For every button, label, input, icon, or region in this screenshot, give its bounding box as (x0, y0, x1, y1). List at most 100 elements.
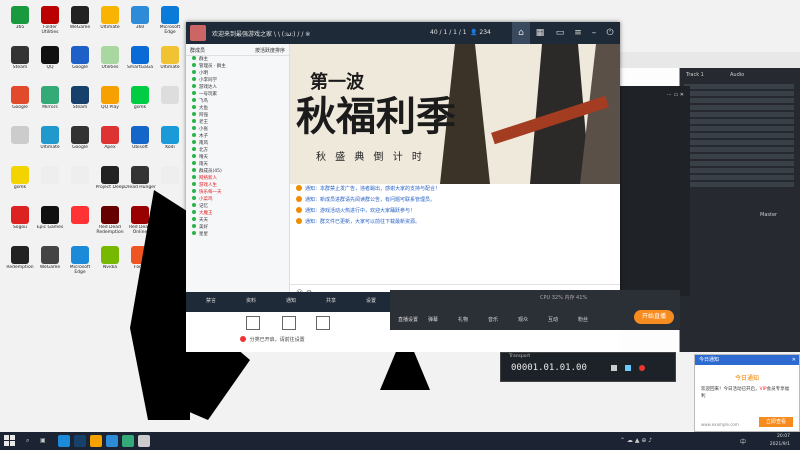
transport-bar[interactable]: Transport 00001.01.01.00 (500, 352, 676, 382)
folder-taskbar-icon[interactable] (90, 435, 102, 447)
icon-rdr[interactable]: Red Dead Redemption (94, 204, 126, 242)
app-taskbar-icon-2[interactable] (122, 435, 134, 447)
icon-sogou[interactable]: Sogou (4, 204, 36, 242)
edge-taskbar-icon[interactable] (58, 435, 70, 447)
menu-icon[interactable]: ≡ (572, 27, 584, 39)
message-row[interactable]: 通知：群文件已更新，大家可以前往下载最新资源。 (290, 217, 620, 228)
member-row[interactable]: 大魔王 (186, 210, 289, 217)
home-icon[interactable]: ⌂ (512, 22, 530, 44)
daw-tracks[interactable] (684, 84, 794, 314)
app-taskbar-icon[interactable] (106, 435, 118, 447)
toolbar-item[interactable]: 资料 (246, 297, 256, 304)
member-row[interactable]: 晴天 (186, 154, 289, 161)
panel-icon-1[interactable] (246, 316, 260, 330)
icon-epic[interactable]: Epic Games (34, 204, 66, 242)
member-row[interactable]: 记忆 (186, 203, 289, 210)
icon-steam[interactable]: Steam (4, 44, 36, 82)
member-row[interactable]: 南风 (186, 140, 289, 147)
icon-blank-2[interactable] (4, 124, 36, 162)
notice-strip[interactable]: 分类已开启，请前往设置 (240, 336, 346, 346)
icon-ultimate-2[interactable]: Ultimate (154, 44, 186, 82)
steam-taskbar-icon[interactable] (74, 435, 86, 447)
member-row[interactable]: 美好 (186, 224, 289, 231)
member-row[interactable]: 星星 (186, 231, 289, 238)
member-row[interactable]: 天天 (186, 217, 289, 224)
icon-google[interactable]: Google (64, 44, 96, 82)
member-row[interactable]: 小李同学 (186, 77, 289, 84)
icon-project[interactable]: Project Deep (94, 164, 126, 202)
tray-icons[interactable]: ⌃ ☁ ▲ ⊕ ♪ (620, 437, 652, 444)
member-row[interactable]: 阿强 (186, 112, 289, 119)
member-row[interactable]: 小张 (186, 126, 289, 133)
member-row[interactable]: 老王 (186, 119, 289, 126)
group-avatar[interactable] (190, 25, 206, 41)
icon-smartgaga[interactable]: SmartGaGa (124, 44, 156, 82)
icon-folder[interactable]: Folder Utilities (34, 4, 66, 42)
member-row[interactable]: 网络新人 (186, 175, 289, 182)
stop-button[interactable] (611, 365, 617, 371)
stream-item[interactable]: 粉丝 (578, 316, 588, 323)
stream-item[interactable]: 互动 (548, 316, 558, 323)
message-area[interactable]: 通知：本群禁止发广告，违者踢出，感谢大家的支持与配合！ 通知：新成员进群请先阅读群… (290, 184, 620, 284)
panel-icon-2[interactable] (282, 316, 296, 330)
toolbar-item[interactable]: 禁言 (206, 297, 216, 304)
icon-page[interactable] (34, 164, 66, 202)
icon-wegame-2[interactable]: WeGame (34, 244, 66, 282)
member-row[interactable]: 群成员(45) (186, 168, 289, 175)
stream-item[interactable]: 弹幕 (428, 316, 438, 323)
clock[interactable]: 20:07 2021/9/1 (770, 433, 790, 449)
ime-icon[interactable]: 中 (740, 437, 746, 446)
icon-qq[interactable]: QQ (34, 44, 66, 82)
member-row[interactable]: 雨天 (186, 161, 289, 168)
member-rows[interactable]: 群主 管理员 · 群主 小明 小李同学 游戏达人 一号玩家 飞鸟 大鱼 阿强 老王 小张 木子 南风 北方… (186, 56, 289, 238)
record-button[interactable] (639, 365, 645, 371)
icon-mirrors[interactable]: Mirrors (34, 84, 66, 122)
icon-360[interactable]: 360 (124, 4, 156, 42)
icon-gamepad[interactable] (64, 204, 96, 242)
icon-365[interactable]: 365 (4, 4, 36, 42)
member-row[interactable]: 管理员 · 群主 (186, 63, 289, 70)
search-icon[interactable]: ⌕ (26, 437, 29, 445)
icon-steam-2[interactable]: Steam (64, 84, 96, 122)
member-row[interactable]: 群主 (186, 56, 289, 63)
member-row[interactable]: 小明 (186, 70, 289, 77)
icon-gsmk[interactable]: gsmk (124, 84, 156, 122)
popup-view-button[interactable]: 立即查看 (759, 417, 793, 427)
announcement-banner[interactable]: 第一波 秋福利季 秋 盛 典 倒 计 时 (290, 44, 620, 184)
member-row[interactable]: 飞鸟 (186, 98, 289, 105)
notification-popup[interactable]: 今日通知 ✕ 今日通知 欢迎回来！今日活动已开启，VIP会员专享福利 www.e… (694, 354, 800, 432)
stream-item[interactable]: 直播设置 (398, 316, 418, 323)
icon-page-2[interactable] (64, 164, 96, 202)
message-row[interactable]: 通知：新成员进群请先阅读群公告，有问题可联系管理员。 (290, 195, 620, 206)
member-list[interactable]: 群成员 按活跃度排序 群主 管理员 · 群主 小明 小李同学 游戏达人 一号玩家 飞鸟 大鱼阿… (186, 44, 290, 302)
toolbar-item[interactable]: 设置 (366, 297, 376, 304)
member-row[interactable]: 游戏人生 (186, 182, 289, 189)
icon-nvidia[interactable]: Nvidia (94, 244, 126, 282)
member-row[interactable]: 大鱼 (186, 105, 289, 112)
icon-ultimate[interactable]: Ultimate (94, 4, 126, 42)
window-icon[interactable]: ▭ (554, 27, 566, 39)
daw-toolbar[interactable] (620, 52, 800, 68)
member-row[interactable]: 游戏达人 (186, 84, 289, 91)
message-row[interactable]: 通知：本群禁止发广告，违者踢出，感谢大家的支持与配合！ (290, 184, 620, 195)
member-row[interactable]: 北方 (186, 147, 289, 154)
app-taskbar-icon-3[interactable] (138, 435, 150, 447)
icon-chrome[interactable]: Google (4, 84, 36, 122)
toolbar-item[interactable]: 通知 (286, 297, 296, 304)
member-sort[interactable]: 按活跃度排序 (255, 47, 285, 54)
icon-google-2[interactable]: Google (64, 124, 96, 162)
panel-icon-3[interactable] (316, 316, 330, 330)
start-stream-button[interactable]: 开始直播 (634, 310, 674, 324)
icon-wegame[interactable]: WeGame (64, 4, 96, 42)
icon-gsmk-2[interactable]: gsmk (4, 164, 36, 202)
windows-start-icon[interactable] (4, 435, 16, 447)
icon-apex[interactable]: Apex (94, 124, 126, 162)
close-icon[interactable]: ✕ (792, 355, 796, 365)
icon-blank[interactable] (154, 84, 186, 122)
icon-redemption[interactable]: Redemption (4, 244, 36, 282)
icon-dread[interactable]: Dread Hunger (124, 164, 156, 202)
stream-item[interactable]: 观众 (518, 316, 528, 323)
play-button[interactable] (625, 365, 631, 371)
icon-ultimate-3[interactable]: Ultimate (34, 124, 66, 162)
grid-icon[interactable]: ▦ (534, 27, 546, 39)
